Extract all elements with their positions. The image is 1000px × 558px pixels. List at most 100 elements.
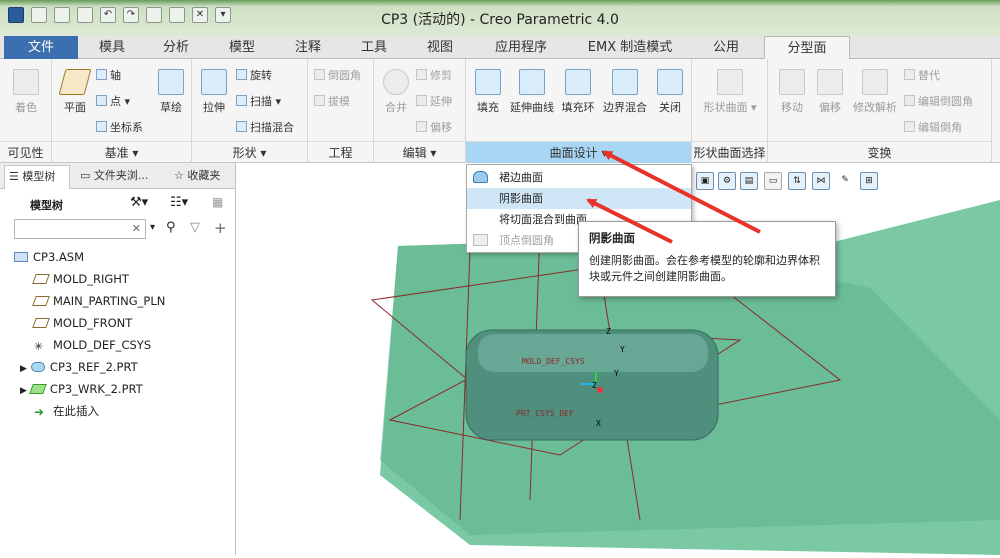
tab-public[interactable]: 公用 bbox=[696, 36, 756, 59]
prt-csys-label: PRT_CSYS_DEF bbox=[516, 409, 574, 418]
tree-item-insert-here[interactable]: ➜ 在此插入 bbox=[34, 400, 99, 422]
menu-item-skirt-surface[interactable]: 裙边曲面 bbox=[467, 167, 691, 188]
draft-button[interactable]: 拔模 bbox=[314, 93, 350, 109]
ribbon: 着色 可见性 平面 轴 点 ▾ 坐标系 草绘 基准 ▾ 拉伸 旋转 扫描 ▾ 扫… bbox=[0, 59, 1000, 163]
tree-item-main-parting-pln[interactable]: MAIN_PARTING_PLN bbox=[32, 290, 165, 312]
view-tool-2-icon[interactable]: ⚙ bbox=[718, 172, 736, 190]
tab-emx[interactable]: EMX 制造模式 bbox=[570, 36, 690, 59]
group-label-editing[interactable]: 编辑 ▾ bbox=[374, 141, 465, 163]
tab-applications[interactable]: 应用程序 bbox=[478, 36, 564, 59]
shadow-surface-tooltip: 阴影曲面 创建阴影曲面。会在参考模型的轮廓和边界体积块或元件之间创建阴影曲面。 bbox=[578, 221, 836, 297]
group-label-surface-design[interactable]: 曲面设计 ▾ bbox=[466, 141, 691, 163]
tab-mold[interactable]: 模具 bbox=[82, 36, 142, 59]
tab-parting-surface[interactable]: 分型面 bbox=[764, 36, 850, 60]
modify-analytic-button[interactable]: 修改解析 bbox=[848, 69, 902, 115]
search-input[interactable]: ✕ bbox=[14, 219, 146, 239]
datum-plane-icon bbox=[32, 274, 50, 284]
group-label-shapes[interactable]: 形状 ▾ bbox=[192, 141, 307, 163]
tab-file[interactable]: 文件 bbox=[4, 36, 78, 59]
trim-button[interactable]: 修剪 bbox=[416, 67, 452, 83]
group-editing: 合并 修剪 延伸 偏移 编辑 ▾ bbox=[374, 59, 466, 163]
search-dropdown-icon[interactable]: ▾ bbox=[150, 222, 155, 233]
group-shapes: 拉伸 旋转 扫描 ▾ 扫描混合 形状 ▾ bbox=[192, 59, 308, 163]
view-tool-5-icon[interactable]: ⇅ bbox=[788, 172, 806, 190]
sweep-button[interactable]: 扫描 ▾ bbox=[236, 93, 281, 109]
view-tool-6-icon[interactable]: ⋈ bbox=[812, 172, 830, 190]
view-tool-1-icon[interactable]: ▣ bbox=[696, 172, 714, 190]
reference-part-top bbox=[478, 334, 708, 372]
merge-button[interactable]: 合并 bbox=[378, 69, 414, 115]
tab-tools[interactable]: 工具 bbox=[344, 36, 404, 59]
tooltip-title: 阴影曲面 bbox=[589, 231, 635, 245]
axis-button[interactable]: 轴 bbox=[96, 67, 121, 83]
group-label-datum[interactable]: 基准 ▾ bbox=[52, 141, 191, 163]
view-tool-8-icon[interactable]: ⊞ bbox=[860, 172, 878, 190]
group-transform: 移动 偏移 修改解析 替代 编辑倒圆角 编辑倒角 变换 bbox=[768, 59, 992, 163]
group-label-engineering: 工程 bbox=[308, 141, 373, 163]
tree-item-cp3-wrk[interactable]: ▶ CP3_WRK_2.PRT bbox=[20, 378, 143, 400]
add-icon[interactable]: + bbox=[214, 219, 227, 237]
tab-view[interactable]: 视图 bbox=[410, 36, 470, 59]
offset-button[interactable]: 偏移 bbox=[812, 69, 848, 115]
expand-icon[interactable]: ▶ bbox=[20, 364, 27, 374]
tree-item-mold-def-csys[interactable]: ✳ MOLD_DEF_CSYS bbox=[34, 334, 151, 356]
extend-button[interactable]: 延伸 bbox=[416, 93, 452, 109]
extend-curve-button[interactable]: 延伸曲线 bbox=[506, 69, 558, 115]
offset-edit-button[interactable]: 偏移 bbox=[416, 119, 452, 135]
left-pane: ☰ 模型树 ▭ 文件夹浏... ☆ 收藏夹 模型树 ⚒▾ ☷▾ ▦ ✕ ▾ ⚲ … bbox=[0, 163, 236, 555]
sketch-button[interactable]: 草绘 bbox=[154, 69, 188, 115]
fill-button[interactable]: 填充 bbox=[470, 69, 506, 115]
tree-item-mold-right[interactable]: MOLD_RIGHT bbox=[32, 268, 129, 290]
tree-item-cp3-ref[interactable]: ▶ CP3_REF_2.PRT bbox=[20, 356, 138, 378]
fill-loop-button[interactable]: 填充环 bbox=[558, 69, 598, 115]
assembly-icon bbox=[14, 252, 28, 262]
tree-item-mold-front[interactable]: MOLD_FRONT bbox=[32, 312, 132, 334]
view-tool-3-icon[interactable]: ▤ bbox=[740, 172, 758, 190]
point-button[interactable]: 点 ▾ bbox=[96, 93, 130, 109]
axis-label-x: X bbox=[596, 419, 601, 428]
csys-button[interactable]: 坐标系 bbox=[96, 119, 143, 135]
tab-model[interactable]: 模型 bbox=[212, 36, 272, 59]
tab-analysis[interactable]: 分析 bbox=[146, 36, 206, 59]
extrude-button[interactable]: 拉伸 bbox=[196, 69, 232, 115]
datum-plane-icon bbox=[32, 296, 50, 306]
close-button[interactable]: 关闭 bbox=[652, 69, 688, 115]
view-tool-7-icon[interactable]: ✎ bbox=[836, 172, 854, 190]
revolve-button[interactable]: 旋转 bbox=[236, 67, 272, 83]
plane-button[interactable]: 平面 bbox=[58, 69, 92, 115]
expand-icon[interactable]: ▶ bbox=[20, 386, 27, 396]
edit-chamfer-button[interactable]: 编辑倒角 bbox=[904, 119, 962, 135]
round-button[interactable]: 倒圆角 bbox=[314, 67, 361, 83]
group-surface-design: 填充 延伸曲线 填充环 边界混合 关闭 曲面设计 ▾ bbox=[466, 59, 692, 163]
workpiece-icon bbox=[29, 384, 47, 394]
tree-item-asm[interactable]: CP3.ASM bbox=[14, 246, 84, 268]
shape-surface-button[interactable]: 形状曲面 ▾ bbox=[698, 69, 762, 115]
clear-search-icon[interactable]: ✕ bbox=[132, 222, 141, 235]
filter-tree-icon[interactable]: ▦ bbox=[212, 195, 223, 209]
sweep-blend-button[interactable]: 扫描混合 bbox=[236, 119, 294, 135]
edit-round-button[interactable]: 编辑倒圆角 bbox=[904, 93, 973, 109]
tooltip-body: 创建阴影曲面。会在参考模型的轮廓和边界体积块或元件之间创建阴影曲面。 bbox=[589, 254, 820, 283]
boundary-blend-button[interactable]: 边界混合 bbox=[598, 69, 652, 115]
axis-label-z1: Z bbox=[606, 327, 611, 336]
move-button[interactable]: 移动 bbox=[772, 69, 812, 115]
insert-arrow-icon: ➜ bbox=[34, 405, 45, 419]
pane-tabs: ☰ 模型树 ▭ 文件夹浏... ☆ 收藏夹 bbox=[0, 163, 235, 189]
window-title: CP3 (活动的) - Creo Parametric 4.0 bbox=[381, 12, 619, 28]
show-icon[interactable]: ☷▾ bbox=[170, 195, 188, 210]
vertex-round-icon bbox=[473, 234, 488, 246]
shade-button[interactable]: 着色 bbox=[6, 69, 46, 115]
tab-favorites[interactable]: ☆ 收藏夹 bbox=[170, 165, 232, 189]
group-label-transform: 变换 bbox=[768, 141, 991, 163]
replace-button[interactable]: 替代 bbox=[904, 67, 940, 83]
model-tree-icon: ☰ bbox=[9, 170, 23, 183]
menu-item-shadow-surface[interactable]: 阴影曲面 bbox=[467, 188, 691, 209]
tab-annotate[interactable]: 注释 bbox=[278, 36, 338, 59]
tab-model-tree[interactable]: ☰ 模型树 bbox=[4, 165, 70, 189]
filter-icon[interactable]: ▽ bbox=[190, 220, 200, 235]
binoculars-icon[interactable]: ⚲ bbox=[166, 220, 176, 235]
group-datum: 平面 轴 点 ▾ 坐标系 草绘 基准 ▾ bbox=[52, 59, 192, 163]
view-tool-4-icon[interactable]: ▭ bbox=[764, 172, 782, 190]
tab-folder-browser[interactable]: ▭ 文件夹浏... bbox=[76, 165, 164, 189]
settings-icon[interactable]: ⚒▾ bbox=[130, 195, 148, 210]
